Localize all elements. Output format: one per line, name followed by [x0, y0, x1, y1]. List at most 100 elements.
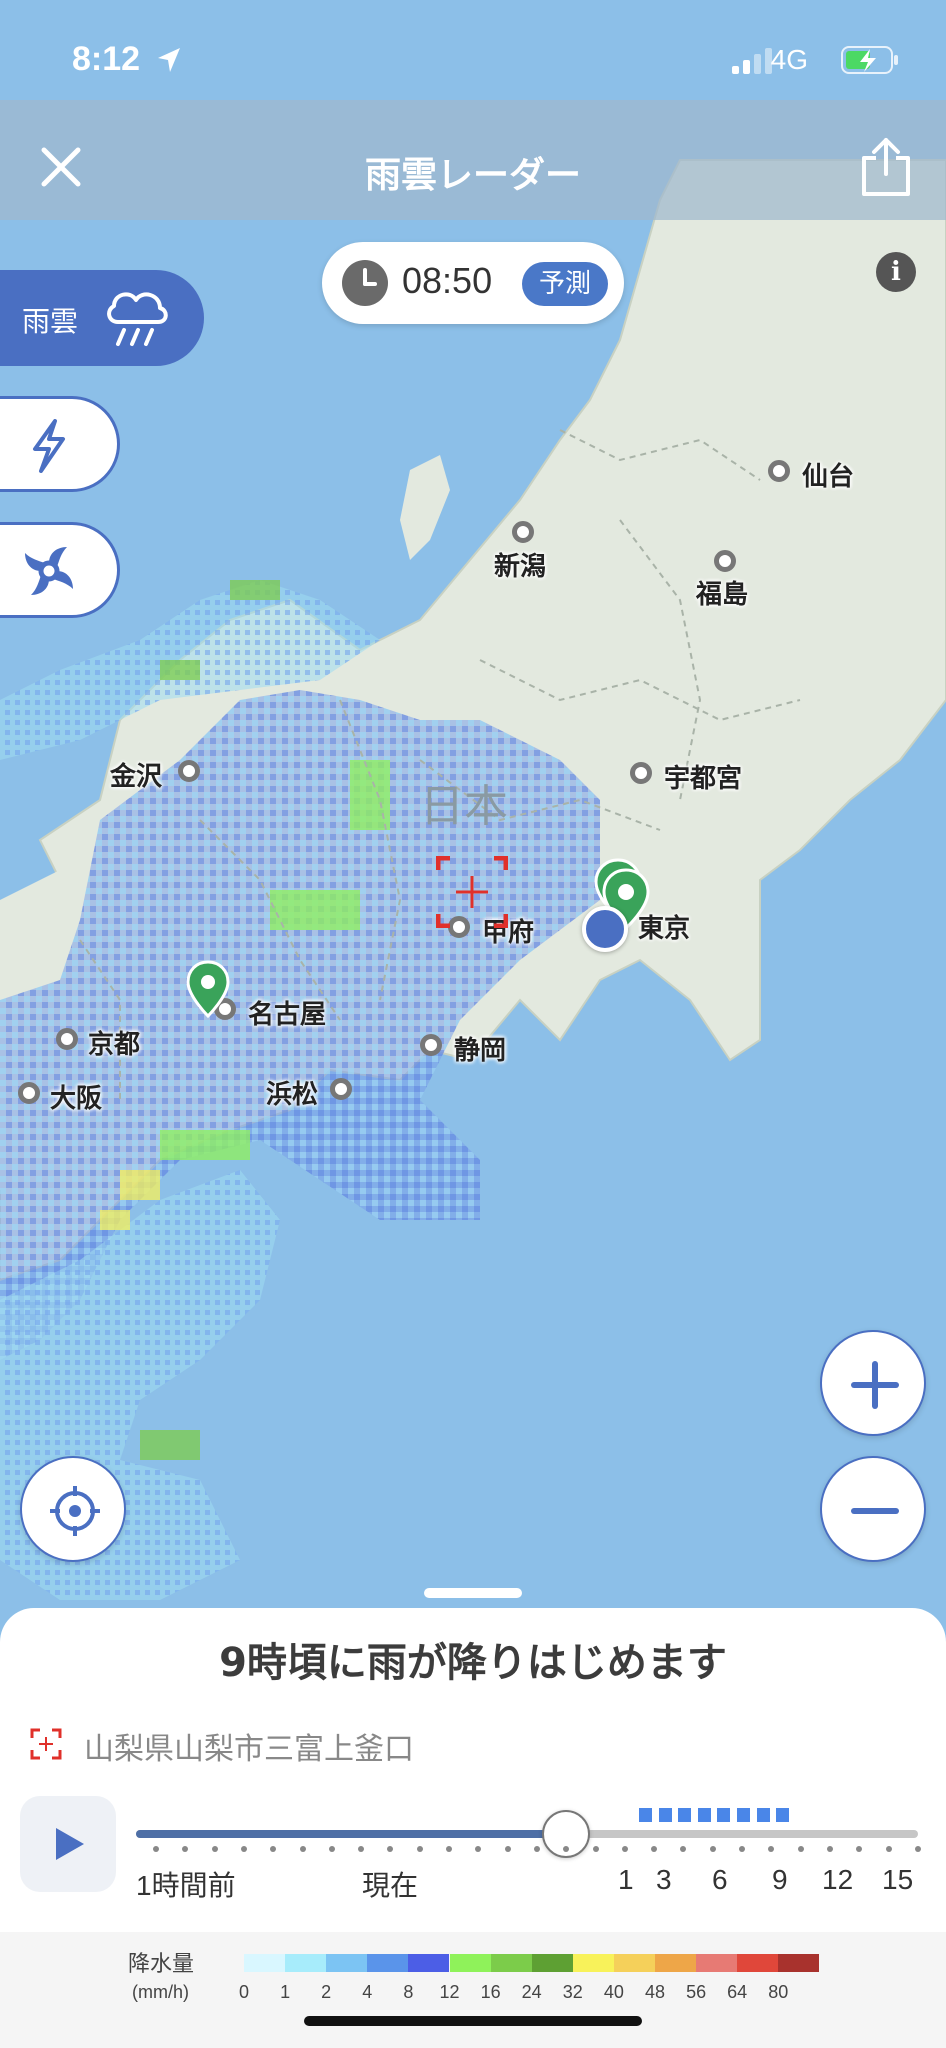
target-location-icon — [30, 1728, 62, 1760]
city-label[interactable]: 京都 — [88, 1024, 140, 1061]
legend-value: 12 — [439, 1982, 460, 2002]
timeline-label: 1 — [618, 1864, 634, 1895]
legend-swatch — [408, 1954, 450, 1972]
legend-unit: (mm/h) — [132, 1982, 189, 2002]
clock-icon — [342, 260, 388, 306]
legend-value: 80 — [768, 1982, 789, 2002]
legend-value: 48 — [644, 1982, 666, 2002]
rain-forecast-marker — [678, 1808, 692, 1822]
legend-value: 4 — [362, 1982, 373, 2002]
city-label[interactable]: 宇都宮 — [664, 758, 742, 795]
rain-forecast-headline: 9時頃に雨が降りはじめます — [219, 1640, 727, 1686]
play-icon — [56, 1828, 84, 1860]
forecast-time-pill[interactable]: 08:50 予測 — [322, 242, 624, 324]
city-dot[interactable] — [330, 1078, 352, 1100]
timeline-label: 現在 — [362, 1870, 419, 1901]
legend-value: 64 — [727, 1982, 748, 2002]
city-dot[interactable] — [56, 1028, 78, 1050]
legend-swatch — [367, 1954, 409, 1972]
rain-forecast-marker — [717, 1808, 731, 1822]
timeline-label: 9 — [772, 1864, 788, 1895]
legend-value: 32 — [562, 1982, 583, 2002]
timeline-tick — [153, 1846, 159, 1852]
battery-charging-icon — [841, 46, 898, 74]
city-dot[interactable] — [178, 760, 200, 782]
city-label[interactable]: 静岡 — [454, 1030, 506, 1067]
legend-swatch — [490, 1954, 532, 1972]
timeline-tick — [211, 1846, 218, 1852]
sheet-grabber[interactable] — [424, 1588, 522, 1598]
minus-icon — [851, 1508, 899, 1514]
rain-cloud-icon — [107, 292, 168, 346]
legend-swatch — [737, 1954, 779, 1972]
legend-value: 1 — [280, 1982, 291, 2002]
timeline-tick — [797, 1846, 804, 1852]
city-dot[interactable] — [630, 762, 652, 784]
timeline-tick — [826, 1846, 833, 1852]
play-button[interactable] — [20, 1796, 116, 1892]
legend-value: 16 — [480, 1982, 501, 2002]
share-icon[interactable] — [858, 136, 914, 198]
timeline-tick — [416, 1846, 423, 1852]
city-label[interactable]: 名古屋 — [248, 994, 326, 1031]
lightning-icon — [33, 419, 65, 473]
timeline-tick — [240, 1846, 247, 1852]
timeline-tick — [709, 1846, 716, 1852]
legend-title: 降水量 — [128, 1952, 195, 1977]
home-indicator[interactable] — [304, 2016, 642, 2026]
city-label[interactable]: 大阪 — [50, 1078, 102, 1115]
favorite-pin-icon[interactable] — [186, 960, 230, 1020]
city-dot[interactable] — [420, 1034, 442, 1056]
legend-value: 24 — [521, 1982, 542, 2002]
city-label[interactable]: 新潟 — [494, 546, 546, 583]
legend-value: 40 — [603, 1982, 624, 2002]
rain-forecast-marker — [776, 1808, 790, 1822]
typhoon-icon — [25, 547, 73, 595]
timeline-label: 1時間前 — [136, 1870, 236, 1901]
target-crosshair-icon — [436, 856, 508, 928]
city-dot[interactable] — [768, 460, 790, 482]
layer-rain-label: 雨雲 — [22, 305, 79, 338]
locate-crosshair-icon — [50, 1486, 100, 1536]
page-title: 雨雲レーダー — [364, 155, 581, 196]
timeline-label: 6 — [712, 1864, 728, 1895]
layer-typhoon-button[interactable] — [0, 522, 120, 618]
city-label[interactable]: 浜松 — [266, 1074, 318, 1111]
info-icon[interactable]: i — [876, 252, 916, 292]
city-label[interactable]: 福島 — [696, 574, 748, 611]
rain-forecast-marker — [658, 1808, 672, 1822]
timeline-tick — [592, 1846, 599, 1852]
city-label[interactable]: 仙台 — [802, 456, 854, 493]
country-label: 日本 — [420, 781, 508, 832]
location-name: 山梨県山梨市三富上釜口 — [84, 1732, 414, 1767]
legend-swatch — [778, 1954, 820, 1972]
rain-forecast-marker — [756, 1808, 770, 1822]
timeline-label: 3 — [656, 1864, 672, 1895]
legend-swatch — [655, 1954, 696, 1972]
layer-lightning-button[interactable] — [0, 396, 120, 492]
legend-swatch — [285, 1954, 327, 1972]
legend-value: 2 — [321, 1982, 332, 2002]
timeline-tick — [739, 1846, 745, 1852]
city-dot[interactable] — [512, 521, 534, 543]
zoom-out-button[interactable] — [820, 1456, 926, 1562]
legend-value: 56 — [686, 1982, 707, 2002]
timeline-tick — [885, 1846, 892, 1852]
timeline-label: 12 — [822, 1864, 854, 1895]
my-location-button[interactable] — [20, 1456, 126, 1562]
legend-value: 0 — [238, 1982, 249, 2002]
timeline-tick — [446, 1846, 452, 1852]
legend-swatch — [531, 1954, 573, 1972]
timeline-tick — [914, 1846, 921, 1852]
city-label[interactable]: 金沢 — [110, 756, 162, 793]
layer-rain-button[interactable]: 雨雲 — [0, 270, 204, 366]
rain-forecast-marker — [697, 1808, 711, 1822]
legend-swatch — [696, 1954, 738, 1972]
city-dot[interactable] — [18, 1082, 40, 1104]
zoom-in-button[interactable] — [820, 1330, 926, 1436]
timeline-tick — [299, 1846, 306, 1852]
city-dot[interactable] — [714, 550, 736, 572]
location-arrow-icon — [158, 48, 180, 72]
timeline-tick — [533, 1846, 540, 1852]
timeline-label: 15 — [882, 1864, 914, 1895]
